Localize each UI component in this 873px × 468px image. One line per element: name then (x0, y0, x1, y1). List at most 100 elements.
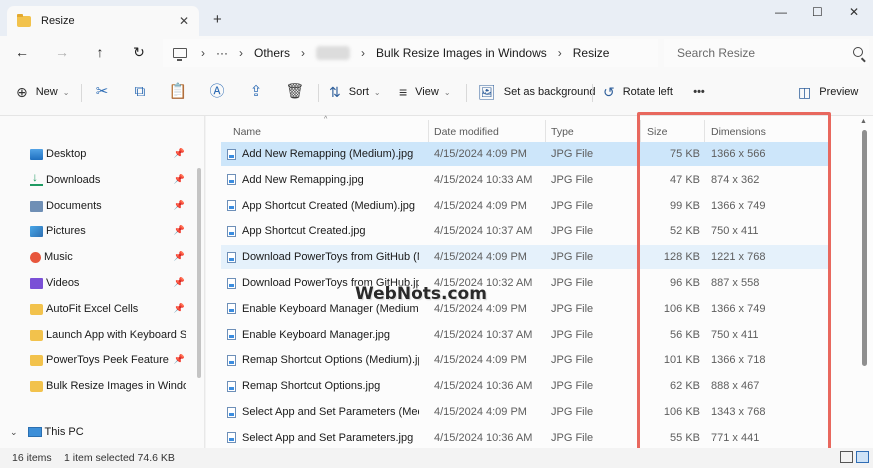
dimensions-cell: 1343 x 768 (711, 406, 766, 418)
delete-icon[interactable]: 🗑 (285, 83, 305, 101)
column-divider[interactable] (640, 120, 641, 142)
date-modified-cell: 4/15/2024 10:36 AM (434, 380, 533, 393)
column-header-dimensions[interactable]: Dimensions (711, 121, 766, 143)
nav-item-autofit-excel-cells[interactable]: AutoFit Excel Cells 📌 (0, 297, 195, 321)
date-modified-cell: 4/15/2024 10:37 AM (434, 328, 533, 341)
nav-scrollbar[interactable] (197, 168, 201, 378)
column-header-name[interactable]: Name (233, 121, 261, 143)
tiles-view-icon[interactable] (856, 451, 869, 463)
dimensions-cell: 1366 x 749 (711, 302, 766, 315)
rename-icon[interactable]: Ⓐ (207, 83, 227, 101)
image-file-icon (227, 148, 236, 160)
details-view-icon[interactable] (840, 451, 853, 463)
plus-circle-icon: ⊕ (16, 84, 28, 100)
nav-item-launch-app[interactable]: Launch App with Keyboard Shortcut (0, 323, 195, 347)
status-bar: 16 items 1 item selected 74.6 KB (0, 448, 873, 468)
nav-item-label: Pictures (46, 225, 86, 237)
table-row[interactable]: Add New Remapping (Medium).jpg 4/15/2024 … (221, 142, 828, 166)
pin-icon: 📌 (173, 174, 185, 184)
videos-icon (30, 277, 43, 289)
nav-item-label: Launch App with Keyboard Shortcut (46, 329, 186, 341)
breadcrumb-bulk-resize[interactable]: Bulk Resize Images in Windows (376, 46, 547, 60)
table-row[interactable]: Select App and Set Parameters (Medium).j… (221, 400, 828, 424)
table-row[interactable]: Remap Shortcut Options (Medium).jpg 4/15/… (221, 348, 828, 372)
table-row[interactable]: Download PowerToys from GitHub.jpg 4/15/2… (221, 271, 828, 295)
sort-ascending-icon: ^ (324, 116, 328, 123)
image-file-icon (227, 380, 236, 392)
nav-item-music[interactable]: Music 📌 (0, 245, 195, 269)
breadcrumb-blurred[interactable] (316, 46, 351, 60)
image-file-icon (227, 200, 236, 212)
preview-button[interactable]: ◫ Preview (798, 83, 858, 101)
image-file-icon (227, 303, 236, 315)
image-file-icon (227, 174, 236, 186)
table-row[interactable]: Add New Remapping.jpg 4/15/2024 10:33 AM J… (221, 168, 828, 192)
nav-item-this-pc[interactable]: ⌄ This PC (10, 426, 84, 438)
breadcrumb[interactable]: › ··· › Others › › Bulk Resize Images in… (163, 39, 658, 67)
table-row[interactable]: Remap Shortcut Options.jpg 4/15/2024 10:3… (221, 374, 828, 398)
refresh-button[interactable]: ↻ (129, 43, 149, 61)
back-button[interactable]: ← (12, 43, 32, 61)
set-as-background-button[interactable]: 🖼 Set as background (478, 83, 596, 101)
table-row[interactable]: Download PowerToys from GitHub (Medium).… (221, 245, 828, 270)
divider (592, 84, 593, 102)
column-header-label: Date modified (434, 126, 499, 138)
dimensions-cell: 1221 x 768 (711, 251, 766, 264)
divider (466, 84, 467, 102)
nav-item-downloads[interactable]: Downloads 📌 (0, 168, 195, 192)
sort-button[interactable]: ⇅ Sort ⌄ (329, 83, 381, 101)
breadcrumb-resize[interactable]: Resize (573, 46, 610, 60)
nav-item-pictures[interactable]: Pictures 📌 (0, 219, 195, 243)
column-divider[interactable] (428, 120, 429, 142)
nav-item-bulk-resize[interactable]: Bulk Resize Images in Windows (0, 374, 195, 398)
tab-resize[interactable]: Resize ✕ (7, 6, 199, 36)
table-row[interactable]: Enable Keyboard Manager.jpg 4/15/2024 10:… (221, 323, 828, 347)
column-divider[interactable] (545, 120, 546, 142)
rotate-left-button[interactable]: ↺ Rotate left (603, 83, 673, 101)
dimensions-cell: 771 x 441 (711, 431, 760, 444)
item-count: 16 items (12, 452, 52, 464)
table-row[interactable]: App Shortcut Created (Medium).jpg 4/15/20… (221, 194, 828, 218)
column-header-label: Dimensions (711, 126, 766, 138)
search-input[interactable]: Search Resize (664, 39, 869, 67)
table-row[interactable]: Select App and Set Parameters.jpg 4/15/20… (221, 426, 828, 450)
view-button[interactable]: ≡ View ⌄ (399, 83, 451, 101)
file-list-scrollbar[interactable] (862, 130, 867, 366)
scroll-up-icon[interactable]: ▲ (860, 118, 867, 125)
breadcrumb-separator: › (239, 46, 243, 60)
file-type-cell: JPG File (551, 380, 594, 393)
table-row[interactable]: Enable Keyboard Manager (Medium).jpg4/15… (221, 297, 828, 321)
nav-item-powertoys-peek[interactable]: PowerToys Peek Feature 📌 (0, 348, 195, 372)
more-options-icon[interactable]: ••• (689, 83, 709, 101)
nav-item-label: Documents (46, 200, 102, 212)
new-button[interactable]: ⊕ New ⌄ (16, 83, 69, 101)
cut-icon[interactable]: ✂ (92, 83, 112, 101)
nav-item-desktop[interactable]: Desktop 📌 (0, 142, 195, 166)
breadcrumb-others[interactable]: Others (254, 46, 290, 60)
up-button[interactable]: ↑ (90, 43, 110, 61)
nav-item-videos[interactable]: Videos 📌 (0, 271, 195, 295)
table-row[interactable]: App Shortcut Created.jpg 4/15/2024 10:37 … (221, 219, 828, 243)
chevron-down-icon[interactable]: ⌄ (10, 427, 18, 438)
file-size-cell: 52 KB (670, 225, 700, 238)
minimize-button[interactable]: — (775, 5, 787, 19)
column-header-type[interactable]: Type (551, 121, 574, 143)
copy-icon[interactable]: ⧉ (130, 83, 150, 101)
file-name: Download PowerToys from GitHub (Medium).… (242, 251, 419, 264)
maximize-button[interactable]: ☐ (812, 5, 823, 19)
share-icon[interactable]: ⇪ (246, 83, 266, 101)
paste-icon[interactable]: 📋 (168, 83, 188, 101)
nav-item-documents[interactable]: Documents 📌 (0, 194, 195, 218)
close-tab-icon[interactable]: ✕ (179, 14, 189, 28)
file-name-cell: Select App and Set Parameters (Medium).j… (227, 400, 419, 424)
new-tab-button[interactable]: + (213, 12, 222, 27)
breadcrumb-more[interactable]: ··· (216, 46, 228, 60)
forward-button[interactable]: → (52, 43, 72, 61)
dimensions-cell: 750 x 411 (711, 225, 759, 238)
file-name: Select App and Set Parameters.jpg (242, 431, 414, 444)
column-header-date[interactable]: Date modified (434, 121, 499, 143)
image-file-icon (227, 277, 236, 289)
close-window-button[interactable]: ✕ (849, 5, 859, 19)
column-divider[interactable] (704, 120, 705, 142)
column-header-size[interactable]: Size (647, 121, 667, 143)
